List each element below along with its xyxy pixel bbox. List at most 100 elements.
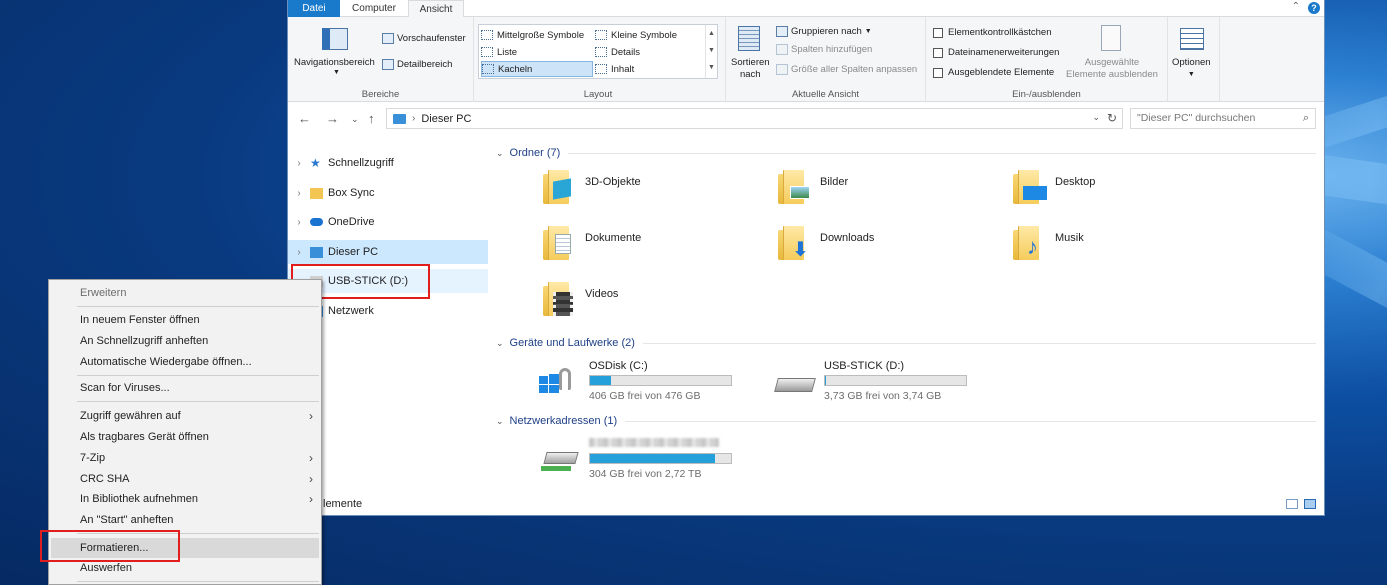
menu-item-zugriff-gewaehren[interactable]: Zugriff gewähren auf › xyxy=(49,406,321,426)
layout-mittelgrosse-symbole[interactable]: Mittelgroße Symbole xyxy=(481,27,593,43)
back-arrow-icon[interactable]: ← xyxy=(298,111,311,126)
drive-free-space: 3,73 GB frei von 3,74 GB xyxy=(824,390,942,402)
folder-tile-videos[interactable]: Videos xyxy=(543,282,773,332)
drive-free-space: 406 GB frei von 476 GB xyxy=(589,390,701,402)
breadcrumb-dieser-pc[interactable]: Dieser PC xyxy=(421,113,471,125)
menu-item-label: CRC SHA xyxy=(80,473,130,485)
drive-tile-osdisk[interactable]: OSDisk (C:) 406 GB frei von 476 GB xyxy=(537,360,797,404)
group-divider xyxy=(625,420,1316,422)
menu-item-schnellzugriff-anheften[interactable]: An Schnellzugriff anheften xyxy=(49,331,321,351)
forward-arrow-icon[interactable]: → xyxy=(326,111,339,126)
folder-name: Desktop xyxy=(1055,176,1096,188)
collapse-chevron-icon[interactable]: ⌄ xyxy=(496,416,504,427)
menu-item-start-anheften[interactable]: An "Start" anheften xyxy=(49,510,321,530)
layout-details[interactable]: Details xyxy=(595,44,703,60)
group-header-netzwerkadressen[interactable]: ⌄ Netzwerkadressen (1) xyxy=(496,414,1316,428)
group-aktuelle-ansicht: Sortieren nach Gruppieren nach ▼ Spalten… xyxy=(726,17,926,102)
up-arrow-icon[interactable]: ↑ xyxy=(368,111,375,126)
status-bar: lemente xyxy=(288,495,1324,515)
menu-separator xyxy=(77,401,319,402)
collapse-ribbon-icon[interactable]: ⌃ xyxy=(1292,1,1300,12)
search-icon[interactable]: ⌕ xyxy=(1303,109,1309,128)
folder-tile-3d-objekte[interactable]: 3D-Objekte xyxy=(543,170,773,220)
address-dropdown-icon[interactable]: ⌄ xyxy=(1092,112,1100,123)
groesse-spalten-button[interactable]: Größe aller Spalten anpassen xyxy=(776,64,917,75)
scroll-up-icon[interactable]: ▲ xyxy=(706,25,717,42)
nav-item-dieser-pc[interactable]: › Dieser PC xyxy=(288,240,488,264)
group-header-geraete[interactable]: ⌄ Geräte und Laufwerke (2) xyxy=(496,336,1316,350)
menu-item-scan-for-viruses[interactable]: Scan for Viruses... xyxy=(49,378,321,398)
folder-3d-objects-icon xyxy=(543,170,571,204)
this-pc-icon xyxy=(310,246,323,258)
scroll-down-icon[interactable]: ▼ xyxy=(706,42,717,59)
recent-locations-icon[interactable]: ⌄ xyxy=(351,114,359,125)
folder-tile-desktop[interactable]: Desktop xyxy=(1013,170,1243,220)
ribbon-tab-bar: Datei Computer Ansicht ⌃ ? xyxy=(288,0,1324,18)
drive-usage-fill xyxy=(825,376,826,385)
folder-tile-dokumente[interactable]: Dokumente xyxy=(543,226,773,276)
menu-item-automatische-wiedergabe[interactable]: Automatische Wiedergabe öffnen... xyxy=(49,352,321,372)
tab-ansicht[interactable]: Ansicht xyxy=(408,0,464,18)
details-view-icon[interactable] xyxy=(1286,499,1298,509)
menu-item-erweitern[interactable]: Erweitern xyxy=(49,283,321,303)
tab-computer[interactable]: Computer xyxy=(340,0,408,17)
refresh-icon[interactable]: ↻ xyxy=(1107,111,1117,125)
layout-inhalt[interactable]: Inhalt xyxy=(595,61,703,77)
search-input[interactable]: "Dieser PC" durchsuchen ⌕ xyxy=(1130,108,1316,129)
checkbox-dateinamenerweiterungen[interactable]: Dateinamenerweiterungen xyxy=(933,47,1059,58)
folder-tile-musik[interactable]: ♪ Musik xyxy=(1013,226,1243,276)
drive-tile-usb-stick[interactable]: USB-STICK (D:) 3,73 GB frei von 3,74 GB xyxy=(772,360,1032,404)
checkbox-box[interactable] xyxy=(933,47,943,58)
checkbox-box[interactable] xyxy=(933,67,943,78)
chevron-down-icon: ▼ xyxy=(864,28,872,35)
menu-item-tragbares-geraet[interactable]: Als tragbares Gerät öffnen xyxy=(49,427,321,447)
checkbox-elementkontrollkaestchen[interactable]: Elementkontrollkästchen xyxy=(933,27,1052,38)
menu-item-bibliothek-aufnehmen[interactable]: In Bibliothek aufnehmen › xyxy=(49,489,321,509)
group-header-ordner[interactable]: ⌄ Ordner (7) xyxy=(496,146,1316,160)
nav-item-box-sync[interactable]: › Box Sync xyxy=(288,181,488,205)
add-columns-icon xyxy=(776,44,788,55)
folder-pictures-icon xyxy=(778,170,810,204)
tab-datei[interactable]: Datei xyxy=(288,0,340,17)
expand-chevron-icon[interactable]: › xyxy=(288,247,310,258)
checkbox-ausgeblendete-elemente[interactable]: Ausgeblendete Elemente xyxy=(933,67,1054,78)
spalten-hinzufuegen-button[interactable]: Spalten hinzufügen xyxy=(776,44,872,55)
expand-chevron-icon[interactable]: › xyxy=(288,188,310,199)
ausgewaehlte-ausblenden-button[interactable]: Ausgewählte Elemente ausblenden xyxy=(1066,57,1158,81)
checkbox-box[interactable] xyxy=(933,27,943,38)
folder-documents-icon xyxy=(543,226,571,260)
sortieren-label-1: Sortieren xyxy=(731,57,770,68)
optionen-button[interactable]: Optionen ▼ xyxy=(1172,57,1211,81)
layout-option-label: Kacheln xyxy=(498,63,533,75)
gallery-expand-icon[interactable]: ▼ xyxy=(706,59,717,76)
network-drive-icon xyxy=(541,452,579,472)
collapse-chevron-icon[interactable]: ⌄ xyxy=(496,338,504,349)
sortieren-button[interactable]: Sortieren nach xyxy=(731,57,770,81)
explorer-window: Datei Computer Ansicht ⌃ ? Navigationsbe… xyxy=(287,0,1325,516)
address-input[interactable]: › Dieser PC ⌄ ↻ xyxy=(386,108,1123,129)
collapse-chevron-icon[interactable]: ⌄ xyxy=(496,148,504,159)
menu-item-label: In Bibliothek aufnehmen xyxy=(80,493,199,505)
network-drive-tile[interactable]: 304 GB frei von 2,72 TB xyxy=(537,438,797,482)
tiles-view-icon[interactable] xyxy=(1304,499,1316,509)
layout-kleine-symbole[interactable]: Kleine Symbole xyxy=(595,27,703,43)
folder-tile-bilder[interactable]: Bilder xyxy=(778,170,1008,220)
folder-videos-icon xyxy=(543,282,573,316)
gruppieren-button[interactable]: Gruppieren nach ▼ xyxy=(776,26,872,37)
layout-gallery-scroller[interactable]: ▲ ▼ ▼ xyxy=(705,25,717,78)
menu-item-crc-sha[interactable]: CRC SHA › xyxy=(49,469,321,489)
menu-item-7zip[interactable]: 7-Zip › xyxy=(49,448,321,468)
breadcrumb-chevron-icon[interactable]: › xyxy=(412,113,415,124)
nav-item-onedrive[interactable]: › OneDrive xyxy=(288,210,488,234)
layout-liste[interactable]: Liste xyxy=(481,44,593,60)
nav-item-schnellzugriff[interactable]: › ★ Schnellzugriff xyxy=(288,151,488,175)
folder-tile-downloads[interactable]: ⬇ Downloads xyxy=(778,226,1008,276)
layout-kacheln[interactable]: Kacheln xyxy=(481,61,593,77)
expand-chevron-icon[interactable]: › xyxy=(288,158,310,169)
help-icon[interactable]: ? xyxy=(1308,2,1320,14)
nav-item-label: Box Sync xyxy=(328,187,375,199)
drive-usage-bar xyxy=(589,453,732,464)
expand-chevron-icon[interactable]: › xyxy=(288,217,310,228)
menu-item-neues-fenster[interactable]: In neuem Fenster öffnen xyxy=(49,310,321,330)
layout-gallery: Mittelgroße Symbole Kleine Symbole Liste… xyxy=(478,24,718,79)
